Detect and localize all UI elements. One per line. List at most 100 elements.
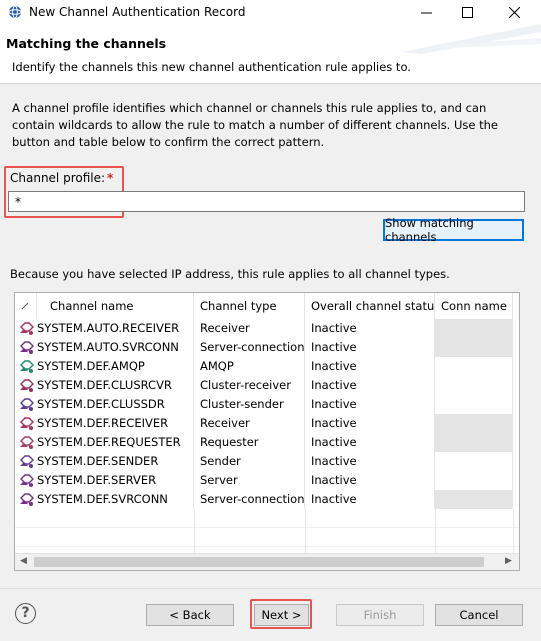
column-header-conn-name[interactable]: Conn name [435,293,513,319]
cell-conn-name [435,414,513,433]
table-row[interactable]: SYSTEM.DEF.SERVER Server Inactive [15,471,519,490]
cluster-sender-channel-icon [20,398,34,411]
cell-channel-type: Cluster-sender [194,395,305,414]
receiver-channel-icon [20,417,34,430]
close-icon [508,6,520,18]
cancel-button[interactable]: Cancel [435,604,523,626]
cell-conn-name [435,433,513,452]
cell-channel-type: Receiver [194,414,305,433]
scrollbar-thumb[interactable] [34,557,484,567]
cell-conn-name [435,395,513,414]
cell-channel-name: SYSTEM.DEF.RECEIVER [37,414,194,433]
scroll-right-icon[interactable]: ▶ [505,556,512,566]
minimize-button[interactable] [403,0,449,24]
grid-line [305,509,306,528]
channel-types-note: Because you have selected IP address, th… [10,267,450,281]
cell-channel-name: SYSTEM.DEF.SENDER [37,452,194,471]
grid-line [194,509,195,528]
cell-channel-type: Requester [194,433,305,452]
cell-channel-name: SYSTEM.DEF.SERVER [37,471,194,490]
cell-channel-name: SYSTEM.AUTO.RECEIVER [37,319,194,338]
cell-channel-type: Server [194,471,305,490]
cell-status: Inactive [305,395,435,414]
table-row[interactable]: SYSTEM.DEF.AMQP AMQP Inactive [15,357,519,376]
finish-button[interactable]: Finish [336,604,424,626]
cell-channel-type: Cluster-receiver [194,376,305,395]
cell-conn-name [435,338,513,357]
column-header-channel-type[interactable]: Channel type [194,293,305,319]
cell-channel-name: SYSTEM.DEF.CLUSSDR [37,395,194,414]
amqp-channel-icon [20,360,34,373]
table-header: Channel name Channel type Overall channe… [15,293,519,319]
grid-line [435,528,436,547]
cell-status: Inactive [305,357,435,376]
column-header-overflow [513,293,519,319]
cell-conn-name [435,357,513,376]
table-row[interactable]: SYSTEM.DEF.CLUSRCVR Cluster-receiver Inact… [15,376,519,395]
sender-channel-icon [20,455,34,468]
server-connection-channel-icon [20,493,34,506]
table-row[interactable]: SYSTEM.DEF.RECEIVER Receiver Inactive [15,414,519,433]
cell-channel-name: SYSTEM.DEF.CLUSRCVR [37,376,194,395]
table-row[interactable]: SYSTEM.DEF.SENDER Sender Inactive [15,452,519,471]
channel-profile-input[interactable] [8,191,525,212]
table-row[interactable]: SYSTEM.AUTO.SVRCONN Server-connection Inac… [15,338,519,357]
grid-line [513,528,514,547]
cell-channel-type: Server-connection [194,490,305,509]
table-row[interactable]: SYSTEM.AUTO.RECEIVER Receiver Inactive [15,319,519,338]
cell-conn-name [435,319,513,338]
grid-line [435,509,436,528]
cell-status: Inactive [305,319,435,338]
table-row[interactable]: SYSTEM.DEF.CLUSSDR Cluster-sender Inactive [15,395,519,414]
minimize-icon [420,12,432,13]
matching-channels-table[interactable]: Channel name Channel type Overall channe… [14,292,520,571]
back-button[interactable]: < Back [146,604,234,626]
app-icon [8,5,22,19]
column-header-channel-name[interactable]: Channel name [37,293,194,319]
requester-channel-icon [20,436,34,449]
page-title: Matching the channels [6,36,167,51]
cell-channel-type: Receiver [194,319,305,338]
grid-line [513,509,514,528]
cell-channel-type: AMQP [194,357,305,376]
cluster-receiver-channel-icon [20,379,34,392]
cell-channel-type: Sender [194,452,305,471]
cell-channel-name: SYSTEM.DEF.REQUESTER [37,433,194,452]
grid-line [194,528,195,547]
table-row[interactable]: SYSTEM.DEF.SVRCONN Server-connection Inact… [15,490,519,509]
empty-table-row [15,528,519,547]
cell-conn-name [435,452,513,471]
sort-column-header[interactable] [15,293,37,319]
empty-table-row [15,509,519,528]
horizontal-scrollbar[interactable]: ◀ ▶ [15,553,519,570]
help-icon[interactable]: ? [15,603,36,624]
cell-conn-name [435,376,513,395]
grid-line [305,528,306,547]
cell-channel-name: SYSTEM.DEF.AMQP [37,357,194,376]
intro-text: A channel profile identifies which chann… [12,101,499,149]
cell-status: Inactive [305,376,435,395]
close-button[interactable] [491,0,537,24]
cell-channel-type: Server-connection [194,338,305,357]
scroll-left-icon[interactable]: ◀ [20,556,27,566]
server-channel-icon [20,474,34,487]
column-header-status[interactable]: Overall channel status [305,293,435,319]
sort-icon [21,302,29,310]
highlight-next-button [250,599,312,629]
maximize-button[interactable] [444,0,490,24]
cell-conn-name [435,471,513,490]
receiver-channel-icon [20,322,34,335]
cell-status: Inactive [305,433,435,452]
cell-channel-name: SYSTEM.DEF.SVRCONN [37,490,194,509]
server-connection-channel-icon [20,341,34,354]
banner-decoration [401,24,541,54]
cell-channel-name: SYSTEM.AUTO.SVRCONN [37,338,194,357]
maximize-icon [461,6,473,18]
cell-conn-name [435,490,513,509]
table-row[interactable]: SYSTEM.DEF.REQUESTER Requester Inactive [15,433,519,452]
cell-status: Inactive [305,338,435,357]
cell-status: Inactive [305,471,435,490]
show-matching-channels-button[interactable]: Show matching channels [383,216,524,244]
cell-status: Inactive [305,414,435,433]
required-mark: * [107,171,114,185]
